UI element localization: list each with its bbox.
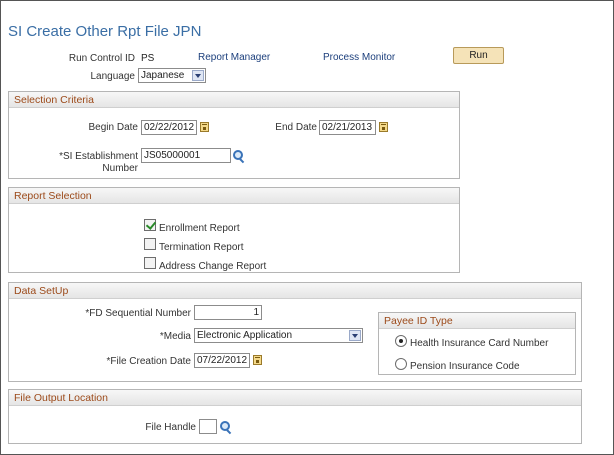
address-change-report-label: Address Change Report <box>159 261 267 272</box>
begin-date-label: Begin Date <box>88 122 138 133</box>
enrollment-report-label: Enrollment Report <box>159 223 240 234</box>
section-title: File Output Location <box>14 392 108 404</box>
end-date-input[interactable]: 02/21/2013 <box>319 120 376 135</box>
end-date-label: End Date <box>275 122 317 133</box>
file-handle-label: File Handle <box>145 422 196 433</box>
search-icon[interactable] <box>220 421 232 433</box>
media-label: *Media <box>159 331 191 342</box>
search-icon[interactable] <box>233 150 245 162</box>
pension-insurance-code-radio[interactable] <box>395 358 407 370</box>
media-select[interactable]: Electronic Application <box>194 328 363 343</box>
chevron-down-icon <box>192 70 204 81</box>
media-value: Electronic Application <box>197 330 293 341</box>
si-establishment-label-line2: Number <box>102 163 138 174</box>
section-title: Report Selection <box>14 190 92 202</box>
process-monitor-link[interactable]: Process Monitor <box>323 52 395 63</box>
language-value: Japanese <box>141 70 185 81</box>
health-insurance-card-radio[interactable] <box>395 335 407 347</box>
calendar-icon[interactable] <box>253 355 262 365</box>
si-establishment-input[interactable]: JS05000001 <box>141 148 231 163</box>
section-header: File Output Location <box>9 390 581 406</box>
fd-sequential-number-label: *FD Sequential Number <box>85 308 191 319</box>
section-header: Payee ID Type <box>379 313 575 329</box>
section-title: Payee ID Type <box>384 315 453 327</box>
enrollment-report-checkbox[interactable] <box>144 219 156 231</box>
si-establishment-label-line1: *SI Establishment <box>59 151 138 162</box>
section-header: Report Selection <box>9 188 459 204</box>
pension-insurance-code-label: Pension Insurance Code <box>410 361 520 372</box>
run-button[interactable]: Run <box>453 47 504 64</box>
file-creation-date-label: *File Creation Date <box>106 356 191 367</box>
report-manager-link[interactable]: Report Manager <box>198 52 270 63</box>
section-title: Selection Criteria <box>14 94 94 106</box>
chevron-down-icon <box>349 330 361 341</box>
language-label: Language <box>90 71 136 82</box>
section-header: Data SetUp <box>9 283 581 299</box>
calendar-icon[interactable] <box>200 122 209 132</box>
fd-sequential-number-input[interactable]: 1 <box>194 305 262 320</box>
health-insurance-card-label: Health Insurance Card Number <box>410 338 549 349</box>
language-select[interactable]: Japanese <box>138 68 206 83</box>
file-output-location-section: File Output Location <box>8 389 582 444</box>
file-creation-date-input[interactable]: 07/22/2012 <box>194 353 250 368</box>
page-title: SI Create Other Rpt File JPN <box>8 23 202 40</box>
file-handle-input[interactable] <box>199 419 217 434</box>
address-change-report-checkbox[interactable] <box>144 257 156 269</box>
section-title: Data SetUp <box>14 285 69 297</box>
calendar-icon[interactable] <box>379 122 388 132</box>
termination-report-label: Termination Report <box>159 242 244 253</box>
begin-date-input[interactable]: 02/22/2012 <box>141 120 197 135</box>
run-control-value: PS <box>141 53 155 64</box>
section-header: Selection Criteria <box>9 92 459 108</box>
run-control-label: Run Control ID <box>68 53 135 64</box>
termination-report-checkbox[interactable] <box>144 238 156 250</box>
